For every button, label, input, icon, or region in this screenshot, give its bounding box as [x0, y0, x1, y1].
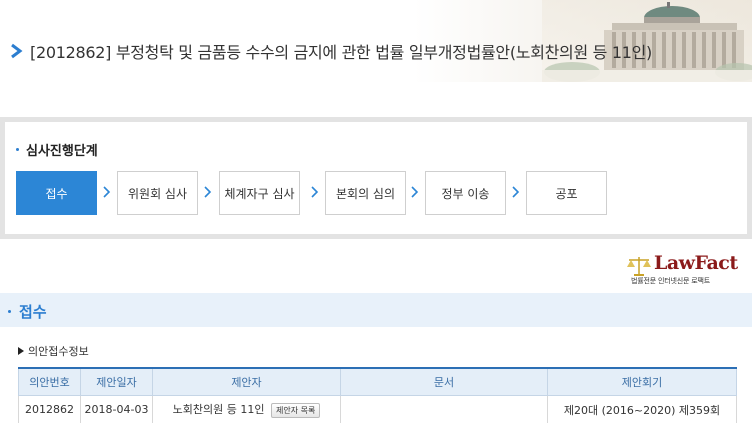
bullet-icon	[8, 310, 11, 313]
section-header: 접수	[0, 293, 752, 327]
bill-title: [2012862] 부정청탁 및 금품등 수수의 금지에 관한 법률 일부개정법…	[10, 36, 652, 66]
scales-of-justice-icon	[627, 257, 651, 276]
column-header: 제안일자	[80, 367, 153, 396]
bullet-icon	[16, 148, 19, 151]
review-progress-panel: 심사진행단계 접수 위원회 심사 체계자구 심사 본회의 심의 정부 이송 공포	[0, 117, 752, 239]
proposer-list-button[interactable]: 제안자 목록	[271, 402, 321, 418]
step-receipt[interactable]: 접수	[16, 171, 97, 215]
progress-title-text: 심사진행단계	[26, 144, 98, 159]
bill-title-text: [2012862] 부정청탁 및 금품등 수수의 금지에 관한 법률 일부개정법…	[30, 43, 652, 62]
proposer-cell: 노회찬의원 등 11인 제안자 목록	[152, 394, 341, 423]
chevron-right-icon	[512, 186, 520, 198]
chevron-right-icon	[103, 186, 111, 198]
progress-title: 심사진행단계	[16, 140, 98, 159]
step-government-transfer[interactable]: 정부 이송	[425, 171, 506, 215]
chevron-right-icon	[311, 186, 319, 198]
column-header: 문서	[340, 367, 548, 396]
subsection-title-text: 의안접수정보	[28, 345, 89, 358]
logo-name: LawFact	[654, 252, 738, 274]
section-title-text: 접수	[19, 303, 47, 321]
bill-number-cell: 2012862	[18, 394, 81, 423]
step-plenary[interactable]: 본회의 심의	[325, 171, 406, 215]
step-legal-review[interactable]: 체계자구 심사	[219, 171, 300, 215]
subsection-title: 의안접수정보	[18, 343, 89, 359]
document-cell	[340, 394, 548, 423]
bill-receipt-table: 의안번호 제안일자 제안자 문서 제안회기 2012862 2018-04-03…	[18, 367, 737, 423]
chevron-right-icon	[411, 186, 419, 198]
section-title: 접수	[8, 301, 47, 322]
column-header: 제안자	[152, 367, 341, 396]
column-header: 의안번호	[18, 367, 81, 396]
lawfact-logo[interactable]: LawFact 법률전문 인터넷신문 로팩트	[624, 252, 748, 288]
step-promulgation[interactable]: 공포	[526, 171, 607, 215]
proposal-date-cell: 2018-04-03	[80, 394, 153, 423]
triangle-right-icon	[18, 347, 24, 355]
proposer-text: 노회찬의원 등 11인	[172, 403, 265, 417]
step-committee-review[interactable]: 위원회 심사	[117, 171, 198, 215]
chevron-right-icon	[11, 43, 23, 59]
table-header-row: 의안번호 제안일자 제안자 문서 제안회기	[18, 367, 737, 396]
table-row: 2012862 2018-04-03 노회찬의원 등 11인 제안자 목록 제2…	[18, 394, 737, 423]
page-header: [2012862] 부정청탁 및 금품등 수수의 금지에 관한 법률 일부개정법…	[0, 0, 752, 82]
logo-subtitle: 법률전문 인터넷신문 로팩트	[631, 277, 710, 285]
chevron-right-icon	[204, 186, 212, 198]
column-header: 제안회기	[547, 367, 737, 396]
session-cell: 제20대 (2016~2020) 제359회	[547, 394, 737, 423]
